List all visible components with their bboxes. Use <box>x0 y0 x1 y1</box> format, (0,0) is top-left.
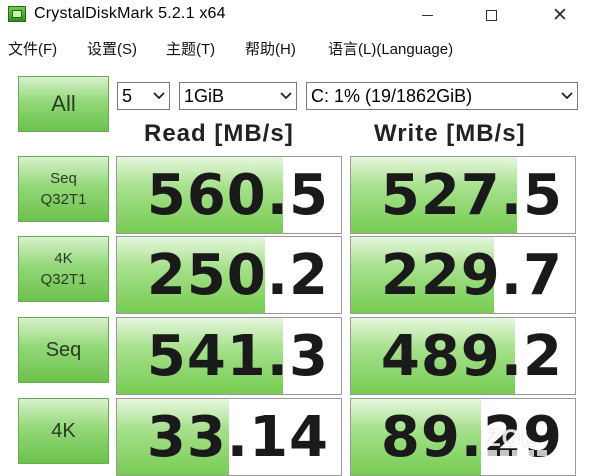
read-result: 541.3 <box>116 317 342 395</box>
menu-help[interactable]: 帮助(H) <box>245 38 296 59</box>
drive-select[interactable]: C: 1% (19/1862GiB) <box>306 82 578 110</box>
write-value: 489.2 <box>380 324 563 389</box>
chevron-down-icon <box>561 92 573 100</box>
menu-bar: 文件(F) 设置(S) 主题(T) 帮助(H) 语言(L)(Language) <box>0 30 589 64</box>
drive-value: C: 1% (19/1862GiB) <box>311 86 473 106</box>
read-value: 33.14 <box>146 405 329 470</box>
minimize-button[interactable] <box>404 0 450 30</box>
title-bar: CrystalDiskMark 5.2.1 x64 ✕ <box>0 0 589 30</box>
all-button[interactable]: All <box>18 76 109 132</box>
test-button-4k[interactable]: 4K <box>18 398 109 464</box>
all-button-label: All <box>51 91 76 116</box>
test-label-line2: Q32T1 <box>40 271 87 288</box>
app-icon <box>8 6 26 22</box>
read-value: 541.3 <box>146 324 329 389</box>
test-label-line1: 4K <box>51 419 76 442</box>
read-result: 560.5 <box>116 156 342 234</box>
test-size-value: 1GiB <box>184 86 225 106</box>
maximize-icon <box>485 9 497 21</box>
close-icon: ✕ <box>552 4 568 26</box>
test-button-seq-q32t1[interactable]: Seq Q32T1 <box>18 156 109 222</box>
menu-file[interactable]: 文件(F) <box>8 38 57 59</box>
close-button[interactable]: ✕ <box>537 0 583 30</box>
read-value: 250.2 <box>146 243 329 308</box>
chevron-down-icon <box>280 92 292 100</box>
test-label-line1: Seq <box>50 170 77 187</box>
chevron-down-icon <box>153 92 165 100</box>
watermark-logo: ZOL <box>486 425 537 452</box>
write-value: 527.5 <box>380 163 563 228</box>
menu-settings[interactable]: 设置(S) <box>87 38 137 59</box>
test-count-select[interactable]: 5 <box>117 82 170 110</box>
write-header: Write [MB/s] <box>374 120 526 147</box>
minimize-icon <box>421 14 433 16</box>
test-count-value: 5 <box>122 86 133 106</box>
menu-language[interactable]: 语言(L)(Language) <box>328 38 453 59</box>
write-result: 89.29 <box>350 398 576 476</box>
maximize-button[interactable] <box>468 0 514 30</box>
write-value: 229.7 <box>380 243 563 308</box>
test-button-seq[interactable]: Seq <box>18 317 109 383</box>
write-result: 489.2 <box>350 317 576 395</box>
test-label-line2: Q32T1 <box>40 191 87 208</box>
menu-theme[interactable]: 主题(T) <box>166 38 215 59</box>
test-button-4k-q32t1[interactable]: 4K Q32T1 <box>18 236 109 302</box>
test-label-line1: 4K <box>54 250 73 267</box>
read-header: Read [MB/s] <box>144 120 294 147</box>
read-value: 560.5 <box>146 163 329 228</box>
window-title: CrystalDiskMark 5.2.1 x64 <box>34 5 226 22</box>
main-panel: All 5 1GiB C: 1% (19/1862GiB) Read [MB/s… <box>0 64 589 476</box>
test-label-line1: Seq <box>45 338 82 361</box>
write-result: 527.5 <box>350 156 576 234</box>
read-result: 250.2 <box>116 236 342 314</box>
write-result: 229.7 <box>350 236 576 314</box>
test-size-select[interactable]: 1GiB <box>179 82 297 110</box>
watermark-subtext-marks <box>487 450 547 456</box>
read-result: 33.14 <box>116 398 342 476</box>
